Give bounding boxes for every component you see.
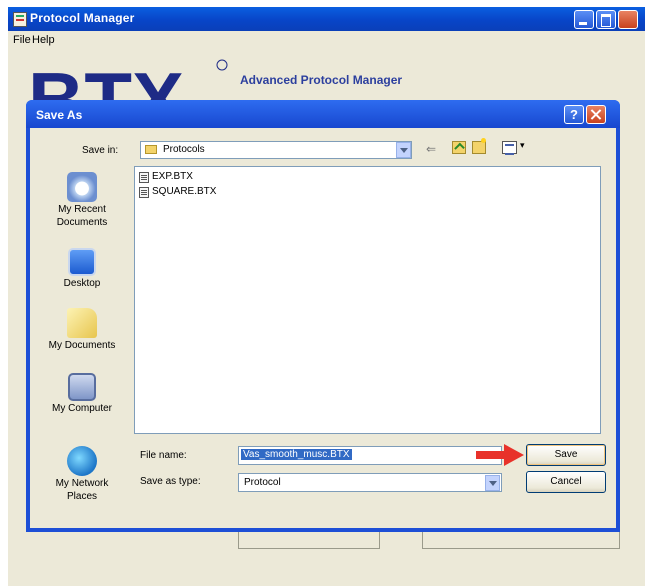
place-my-documents[interactable]: My Documents bbox=[34, 308, 130, 351]
network-places-icon bbox=[67, 446, 97, 476]
my-computer-icon bbox=[68, 373, 96, 401]
menu-bar: File Help bbox=[8, 31, 645, 49]
up-folder-icon[interactable] bbox=[452, 141, 466, 154]
pointer-arrow-icon bbox=[476, 444, 524, 466]
save-in-select[interactable]: Protocols bbox=[140, 141, 412, 159]
save-as-dialog: Save As ? Save in: Protocols ⇐ ▾ My Rece… bbox=[26, 100, 620, 532]
minimize-button[interactable] bbox=[574, 10, 594, 29]
save-as-type-label: Save as type: bbox=[140, 476, 201, 487]
close-button[interactable] bbox=[618, 10, 638, 29]
save-as-type-select[interactable]: Protocol bbox=[238, 473, 502, 492]
save-as-type-value: Protocol bbox=[244, 477, 281, 488]
place-my-computer[interactable]: My Computer bbox=[34, 373, 130, 414]
chevron-down-icon[interactable] bbox=[485, 475, 500, 491]
file-name-value: Vas_smooth_musc.BTX bbox=[241, 449, 352, 460]
menu-help[interactable]: Help bbox=[32, 34, 55, 46]
my-documents-icon bbox=[67, 308, 97, 338]
maximize-button[interactable] bbox=[596, 10, 616, 29]
back-arrow-icon[interactable]: ⇐ bbox=[426, 142, 436, 156]
window-title: Protocol Manager bbox=[30, 11, 135, 25]
main-title-bar[interactable]: Protocol Manager bbox=[8, 7, 645, 31]
cancel-button[interactable]: Cancel bbox=[526, 471, 606, 493]
dialog-title: Save As bbox=[36, 108, 83, 122]
desktop-icon bbox=[68, 248, 96, 276]
place-my-network-places[interactable]: My Network Places bbox=[34, 446, 130, 502]
menu-file[interactable]: File bbox=[13, 34, 31, 46]
file-list[interactable]: EXP.BTX SQUARE.BTX bbox=[134, 166, 601, 434]
file-name: SQUARE.BTX bbox=[152, 186, 217, 197]
help-icon: ? bbox=[570, 107, 578, 122]
save-in-label: Save in: bbox=[82, 145, 119, 156]
place-desktop[interactable]: Desktop bbox=[34, 248, 130, 289]
file-icon bbox=[139, 187, 149, 198]
views-menu-icon[interactable] bbox=[502, 141, 517, 155]
save-in-value: Protocols bbox=[163, 144, 205, 155]
app-heading: Advanced Protocol Manager bbox=[240, 73, 403, 87]
place-my-recent-documents[interactable]: My Recent Documents bbox=[34, 172, 130, 228]
chevron-down-icon[interactable] bbox=[396, 142, 411, 158]
recent-documents-icon bbox=[67, 172, 97, 202]
save-button[interactable]: Save bbox=[526, 444, 606, 466]
views-caret-icon[interactable]: ▾ bbox=[520, 140, 525, 151]
file-name-input[interactable]: Vas_smooth_musc.BTX bbox=[238, 446, 502, 465]
help-button[interactable]: ? bbox=[564, 105, 584, 124]
dialog-title-bar[interactable]: Save As ? bbox=[26, 100, 620, 128]
app-icon bbox=[13, 12, 27, 27]
file-name-label: File name: bbox=[140, 450, 187, 461]
new-folder-icon[interactable] bbox=[472, 138, 486, 154]
file-icon bbox=[139, 172, 149, 183]
dialog-close-button[interactable] bbox=[586, 105, 606, 124]
dialog-body: Save in: Protocols ⇐ ▾ My Recent Documen… bbox=[30, 128, 616, 528]
file-name: EXP.BTX bbox=[152, 171, 193, 182]
folder-icon bbox=[145, 145, 157, 154]
